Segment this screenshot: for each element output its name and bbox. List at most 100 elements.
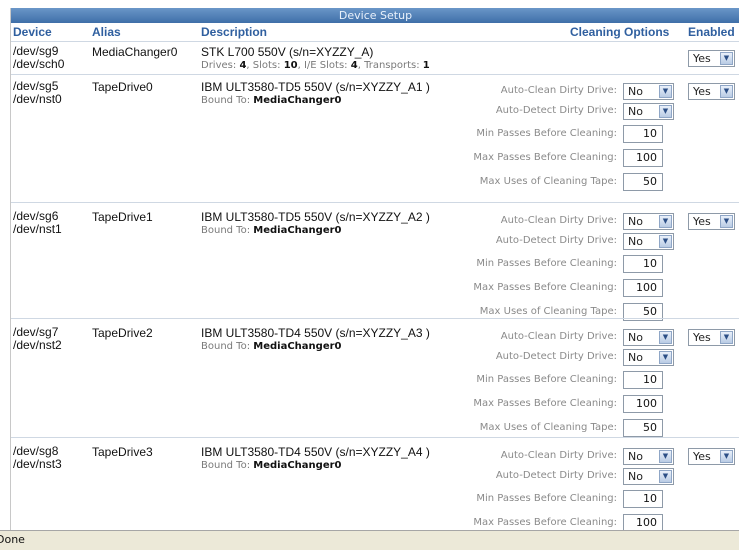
enabled-select[interactable]: Yes ▼ [688, 50, 735, 67]
chevron-down-icon: ▼ [659, 450, 672, 463]
drives-label: Drives: [201, 60, 237, 71]
chevron-down-icon: ▼ [659, 85, 672, 98]
device-path-secondary: /dev/nst3 [13, 457, 62, 471]
max-uses-label: Max Uses of Cleaning Tape: [479, 306, 617, 317]
max-uses-input[interactable]: 50 [623, 173, 663, 191]
row-divider [11, 318, 739, 319]
chevron-down-icon: ▼ [659, 235, 672, 248]
enabled-value: Yes [693, 215, 711, 228]
bound-to-value: MediaChanger0 [253, 95, 342, 106]
panel-title: Device Setup [11, 8, 739, 23]
auto-detect-value: No [628, 351, 643, 364]
max-passes-input[interactable]: 100 [623, 149, 663, 167]
alias: TapeDrive2 [92, 326, 153, 340]
min-passes-input[interactable]: 10 [623, 255, 663, 273]
ie-slots-count: 4 [350, 60, 358, 71]
row-divider [11, 41, 739, 42]
row-divider [11, 202, 739, 203]
slots-label: Slots: [252, 60, 281, 71]
device-path-secondary: /dev/sch0 [13, 57, 65, 71]
auto-clean-label: Auto-Clean Dirty Drive: [500, 215, 617, 226]
enabled-select[interactable]: Yes ▼ [688, 448, 735, 465]
min-passes-input[interactable]: 10 [623, 125, 663, 143]
enabled-select[interactable]: Yes ▼ [688, 83, 735, 100]
description: IBM ULT3580-TD5 550V (s/n=XYZZY_A2 ) [201, 210, 430, 224]
chevron-down-icon: ▼ [720, 52, 733, 65]
alias: TapeDrive3 [92, 445, 153, 459]
max-passes-input[interactable]: 100 [623, 395, 663, 413]
auto-detect-select[interactable]: No ▼ [623, 103, 674, 120]
enabled-select[interactable]: Yes ▼ [688, 329, 735, 346]
bound-to: Bound To: MediaChanger0 [201, 225, 342, 236]
enabled-value: Yes [693, 85, 711, 98]
chevron-down-icon: ▼ [720, 215, 733, 228]
alias: MediaChanger0 [92, 45, 178, 59]
auto-clean-select[interactable]: No ▼ [623, 329, 674, 346]
auto-clean-select[interactable]: No ▼ [623, 213, 674, 230]
chevron-down-icon: ▼ [659, 470, 672, 483]
bound-to-label: Bound To: [201, 341, 251, 352]
chevron-down-icon: ▼ [659, 351, 672, 364]
column-header-enabled: Enabled [688, 25, 735, 39]
max-passes-input[interactable]: 100 [623, 514, 663, 530]
min-passes-input[interactable]: 10 [623, 490, 663, 508]
max-uses-label: Max Uses of Cleaning Tape: [479, 422, 617, 433]
auto-detect-label: Auto-Detect Dirty Drive: [495, 470, 617, 481]
auto-detect-select[interactable]: No ▼ [623, 349, 674, 366]
auto-clean-select[interactable]: No ▼ [623, 83, 674, 100]
column-header-device: Device [13, 25, 52, 39]
chevron-down-icon: ▼ [720, 85, 733, 98]
auto-clean-value: No [628, 85, 643, 98]
bound-to-value: MediaChanger0 [253, 225, 342, 236]
auto-clean-label: Auto-Clean Dirty Drive: [500, 331, 617, 342]
min-passes-label: Min Passes Before Cleaning: [476, 493, 617, 504]
chevron-down-icon: ▼ [659, 215, 672, 228]
auto-detect-value: No [628, 105, 643, 118]
auto-detect-value: No [628, 470, 643, 483]
device-path-secondary: /dev/nst0 [13, 92, 62, 106]
row-divider [11, 74, 739, 75]
description: STK L700 550V (s/n=XYZZY_A) [201, 45, 374, 59]
auto-clean-value: No [628, 450, 643, 463]
auto-clean-value: No [628, 215, 643, 228]
status-text: Done [0, 533, 25, 546]
max-passes-label: Max Passes Before Cleaning: [473, 282, 617, 293]
alias: TapeDrive1 [92, 210, 153, 224]
auto-clean-label: Auto-Clean Dirty Drive: [500, 85, 617, 96]
enabled-value: Yes [693, 331, 711, 344]
auto-detect-select[interactable]: No ▼ [623, 468, 674, 485]
max-passes-label: Max Passes Before Cleaning: [473, 398, 617, 409]
enabled-select[interactable]: Yes ▼ [688, 213, 735, 230]
auto-clean-select[interactable]: No ▼ [623, 448, 674, 465]
bound-to: Bound To: MediaChanger0 [201, 95, 342, 106]
column-header-description: Description [201, 25, 268, 39]
auto-detect-label: Auto-Detect Dirty Drive: [495, 235, 617, 246]
alias: TapeDrive0 [92, 80, 153, 94]
chevron-down-icon: ▼ [720, 450, 733, 463]
auto-clean-label: Auto-Clean Dirty Drive: [500, 450, 617, 461]
enabled-value: Yes [693, 450, 711, 463]
min-passes-label: Min Passes Before Cleaning: [476, 374, 617, 385]
max-passes-label: Max Passes Before Cleaning: [473, 517, 617, 528]
bound-to: Bound To: MediaChanger0 [201, 460, 342, 471]
description: IBM ULT3580-TD4 550V (s/n=XYZZY_A3 ) [201, 326, 430, 340]
auto-clean-value: No [628, 331, 643, 344]
device-setup-panel: Device Setup Device Alias Description Cl… [10, 8, 739, 530]
transports-label: Transports: [364, 60, 420, 71]
max-uses-input[interactable]: 50 [623, 419, 663, 437]
auto-detect-label: Auto-Detect Dirty Drive: [495, 351, 617, 362]
bound-to-value: MediaChanger0 [253, 341, 342, 352]
bound-to: Bound To: MediaChanger0 [201, 341, 342, 352]
auto-detect-select[interactable]: No ▼ [623, 233, 674, 250]
transports-count: 1 [422, 60, 430, 71]
changer-details: Drives: 4, Slots: 10, I/E Slots: 4, Tran… [201, 60, 430, 71]
min-passes-label: Min Passes Before Cleaning: [476, 128, 617, 139]
min-passes-input[interactable]: 10 [623, 371, 663, 389]
status-bar: Done [0, 530, 739, 550]
max-passes-label: Max Passes Before Cleaning: [473, 152, 617, 163]
row-divider [11, 437, 739, 438]
auto-detect-value: No [628, 235, 643, 248]
description: IBM ULT3580-TD5 550V (s/n=XYZZY_A1 ) [201, 80, 430, 94]
bound-to-label: Bound To: [201, 460, 251, 471]
max-passes-input[interactable]: 100 [623, 279, 663, 297]
